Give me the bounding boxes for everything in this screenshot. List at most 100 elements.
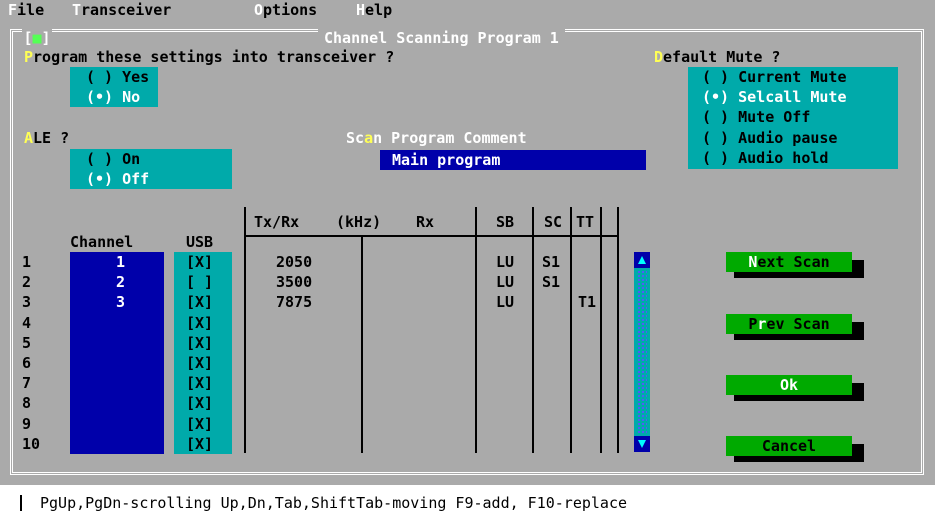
row-number: 9 [22,415,32,433]
dialog-title: Channel Scanning Program 1 [318,29,565,47]
prev-scan-button-wrap: Prev Scan [726,314,864,340]
table-divider [617,207,619,453]
radio-marker: ( ) [86,150,114,168]
program-label-hotkey: P [24,48,34,66]
option-label: Current Mute [738,68,847,86]
ale-label-text: LE ? [33,129,70,147]
menu-transceiver[interactable]: Transceiver [72,0,171,20]
mute-label-text: efault Mute ? [663,48,781,66]
usb-checkbox[interactable]: [X] [186,373,213,393]
next-scan-button-wrap: Next Scan [726,252,864,278]
mute-option-selcall[interactable]: (•) Selcall Mute [702,87,847,107]
row-number: 10 [22,435,41,453]
channel-cell[interactable]: 2 [116,272,125,292]
usb-checkbox[interactable]: [X] [186,252,213,272]
menu-file[interactable]: File [8,0,44,20]
row-number: 2 [22,273,32,291]
radio-marker: (•) [86,88,114,106]
menu-transceiver-label: ransceiver [81,1,172,19]
usb-checkbox[interactable]: [X] [186,393,213,413]
usb-checkbox[interactable]: [ ] [186,272,213,292]
row-number: 3 [22,293,32,311]
menu-options[interactable]: Options [254,0,317,20]
mute-option-off[interactable]: ( ) Mute Off [702,107,810,127]
scroll-track[interactable] [637,270,647,434]
usb-checkbox[interactable]: [X] [186,333,213,353]
menu-help-hotkey: H [356,1,366,19]
menu-options-hotkey: O [254,1,264,19]
next-scan-button[interactable]: Next Scan [726,252,852,272]
comment-input[interactable]: Main program [380,150,646,170]
header-rx: Rx [416,213,435,231]
status-text: PgUp,PgDn-scrolling Up,Dn,Tab,ShiftTab-m… [40,494,627,512]
status-bar: PgUp,PgDn-scrolling Up,Dn,Tab,ShiftTab-m… [0,493,935,513]
channel-cell[interactable]: 1 [116,252,125,272]
header-sc: SC [544,213,563,231]
table-divider [475,207,477,453]
option-label: Audio hold [738,149,829,167]
program-option-no[interactable]: (•) No [86,87,140,107]
program-option-yes[interactable]: ( ) Yes [86,67,149,87]
table-divider [532,207,534,453]
radio-marker: (•) [702,88,730,106]
scroll-down-icon[interactable] [634,436,650,452]
radio-marker: ( ) [702,108,730,126]
txrx-cell: 2050 [276,253,313,271]
table-divider [361,236,363,453]
row-number: 4 [22,314,32,332]
mute-option-audio-pause[interactable]: ( ) Audio pause [702,128,837,148]
mute-option-audio-hold[interactable]: ( ) Audio hold [702,148,828,168]
close-box[interactable]: [■] [22,29,52,47]
menu-file-label: ile [17,1,45,19]
row-number: 5 [22,334,32,352]
sb-cell: LU [496,273,515,291]
cancel-button[interactable]: Cancel [726,436,852,456]
ale-label-hotkey: A [24,129,34,147]
radio-marker: (•) [86,170,114,188]
ok-button[interactable]: Ok [726,375,852,395]
header-sb: SB [496,213,515,231]
row-number: 8 [22,394,32,412]
channel-cell[interactable]: 3 [116,292,125,312]
sb-cell: LU [496,253,515,271]
comment-label-text: n Program Comment [373,129,527,147]
mute-option-current[interactable]: ( ) Current Mute [702,67,847,87]
close-icon: ■ [32,29,42,47]
next-scan-label: ext Scan [757,253,830,271]
usb-checkbox[interactable]: [X] [186,313,213,333]
row-number: 1 [22,253,32,271]
ale-option-off[interactable]: (•) Off [86,169,149,189]
option-label: No [122,88,141,106]
scroll-up-icon[interactable] [634,252,650,268]
option-label: Off [122,170,150,188]
comment-label-pre: Sc [346,129,365,147]
table-divider [244,207,246,453]
header-channel: Channel [70,233,134,251]
usb-checkbox[interactable]: [X] [186,414,213,434]
usb-checkbox[interactable]: [X] [186,353,213,373]
radio-marker: ( ) [702,129,730,147]
header-tt: TT [576,213,595,231]
option-label: Audio pause [738,129,838,147]
table-scrollbar[interactable] [634,252,650,452]
header-usb: USB [186,233,214,251]
mute-label-hotkey: D [654,48,664,66]
status-bar-marker [20,495,22,511]
ale-label: ALE ? [24,128,69,148]
menu-help[interactable]: Help [356,0,392,20]
row-number: 7 [22,374,32,392]
usb-checkbox[interactable]: [X] [186,292,213,312]
comment-value: Main program [392,151,501,169]
sc-cell: S1 [542,253,561,271]
sb-cell: LU [496,293,515,311]
option-label: Yes [122,68,150,86]
tt-cell: T1 [578,293,597,311]
usb-checkbox[interactable]: [X] [186,434,213,454]
ale-option-on[interactable]: ( ) On [86,149,140,169]
prev-scan-button[interactable]: Prev Scan [726,314,852,334]
comment-label: Scan Program Comment [346,128,527,148]
program-label: Program these settings into transceiver … [24,47,394,67]
row-number: 6 [22,354,32,372]
menu-bar: File Transceiver Options Help [0,0,935,20]
table-divider [570,207,572,453]
